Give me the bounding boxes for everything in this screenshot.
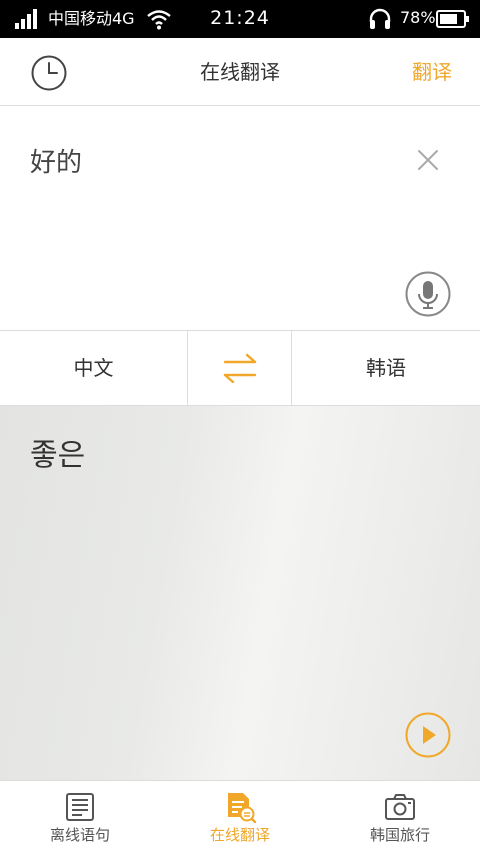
microphone-icon[interactable] <box>405 271 451 317</box>
status-bar: 中国移动4G 21:24 78% <box>0 0 480 38</box>
nav-online-translate[interactable]: 在线翻译 <box>160 781 320 854</box>
translate-button[interactable]: 翻译 <box>412 59 452 85</box>
translate-document-icon <box>228 793 256 823</box>
app-header: 在线翻译 翻译 <box>0 38 480 106</box>
play-icon[interactable] <box>405 712 451 758</box>
page-title: 在线翻译 <box>200 60 280 84</box>
headphones-icon <box>369 8 391 29</box>
language-selector-bar: 中文 韩语 <box>0 330 480 406</box>
nav-label: 在线翻译 <box>209 826 270 844</box>
source-text[interactable]: 好的 <box>30 146 82 180</box>
nav-korea-travel[interactable]: 韩国旅行 <box>320 781 480 854</box>
translation-result-text: 좋은 <box>30 438 86 473</box>
battery-icon <box>436 10 469 28</box>
nav-label: 离线语句 <box>49 826 110 844</box>
swap-arrows-icon <box>223 353 257 384</box>
bottom-navigation: 离线语句 在线翻译 韩国旅行 <box>0 780 480 854</box>
close-icon[interactable] <box>416 148 440 172</box>
translation-result-panel: 좋은 <box>0 406 480 780</box>
battery-percent: 78% <box>400 8 436 27</box>
nav-offline-phrases[interactable]: 离线语句 <box>0 781 160 854</box>
swap-languages-button[interactable] <box>189 331 291 405</box>
source-language-button[interactable]: 中文 <box>0 331 188 405</box>
nav-label: 韩国旅行 <box>369 826 430 844</box>
target-language-button[interactable]: 韩语 <box>291 331 480 405</box>
phrasebook-icon <box>66 793 94 821</box>
camera-icon <box>385 794 415 820</box>
